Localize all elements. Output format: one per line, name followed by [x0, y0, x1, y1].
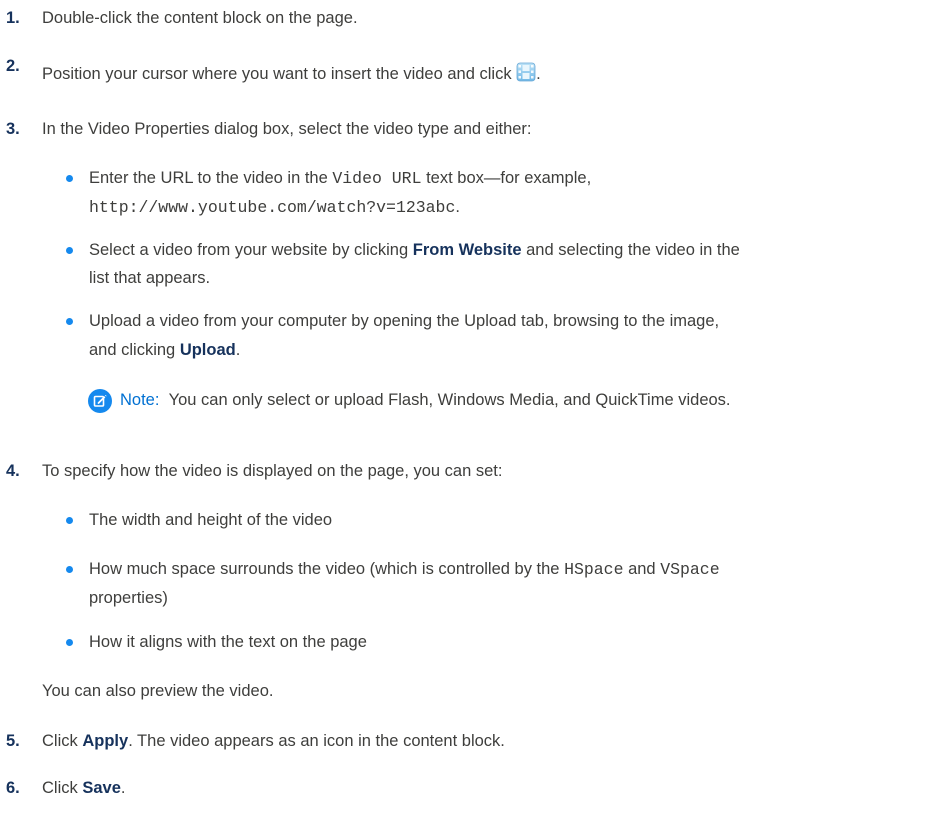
step-text: To specify how the video is displayed on… — [42, 462, 503, 480]
note-edit-icon — [88, 389, 112, 413]
code-text: HSpace — [564, 560, 624, 579]
document-body: 1. Double-click the content block on the… — [0, 0, 952, 816]
bullet-dot — [66, 175, 73, 182]
step-number: 5. — [6, 732, 20, 750]
note-text: You can only select or upload Flash, Win… — [168, 391, 731, 409]
step-4-followup: You can also preview the video. — [42, 682, 274, 700]
step-text: Click Apply. The video appears as an ico… — [42, 732, 505, 750]
step-text: In the Video Properties dialog box, sele… — [42, 120, 532, 138]
step-number: 4. — [6, 462, 20, 480]
step-number: 6. — [6, 779, 20, 797]
step-text: Click Save. — [42, 779, 126, 797]
bullet-dot — [66, 566, 73, 573]
step-number: 3. — [6, 120, 20, 138]
step-text: Double-click the content block on the pa… — [42, 9, 358, 27]
video-filmstrip-icon — [516, 62, 536, 82]
step-number: 1. — [6, 9, 20, 27]
code-text: http://www.youtube.com/watch?v=123abc — [89, 198, 456, 217]
bullet-dot — [66, 639, 73, 646]
step-text: Position your cursor where you want to i… — [42, 60, 952, 89]
bullet-dot — [66, 517, 73, 524]
bullet-dot — [66, 318, 73, 325]
note-label: Note: — [120, 391, 160, 409]
step-number: 2. — [6, 57, 20, 75]
bullet-dot — [66, 247, 73, 254]
code-text: Video URL — [332, 169, 422, 188]
code-text: VSpace — [660, 560, 720, 579]
